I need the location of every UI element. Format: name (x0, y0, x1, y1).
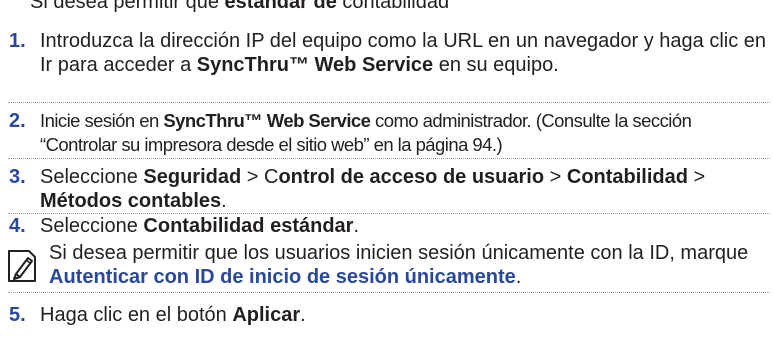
cut-off-heading: Si desea permitir que estándar de contab… (30, 0, 449, 12)
step-number: 1. (9, 30, 26, 52)
heading-middle: estándar de (224, 0, 337, 13)
step-number: 3. (9, 166, 26, 188)
divider (8, 158, 770, 159)
step-text: Seleccione Seguridad > Control de acceso… (40, 166, 706, 212)
divider (8, 292, 770, 293)
step-text: Seleccione Contabilidad estándar. (40, 215, 359, 237)
step-text: Introduzca la dirección IP del equipo co… (40, 30, 767, 76)
step-number: 4. (9, 215, 26, 237)
heading-suffix: contabilidad (336, 0, 450, 13)
step-number: 5. (9, 304, 26, 326)
note-text: Si desea permitir que los usuarios inici… (49, 242, 749, 288)
step-text: Haga clic en el botón Aplicar. (40, 304, 306, 326)
step-text: Inicie sesión en SyncThru™ Web Service c… (40, 110, 692, 155)
heading-prefix: Si desea permitir que (30, 0, 225, 13)
note-pencil-icon (8, 250, 36, 282)
step-number: 2. (9, 110, 26, 132)
divider (8, 102, 770, 103)
